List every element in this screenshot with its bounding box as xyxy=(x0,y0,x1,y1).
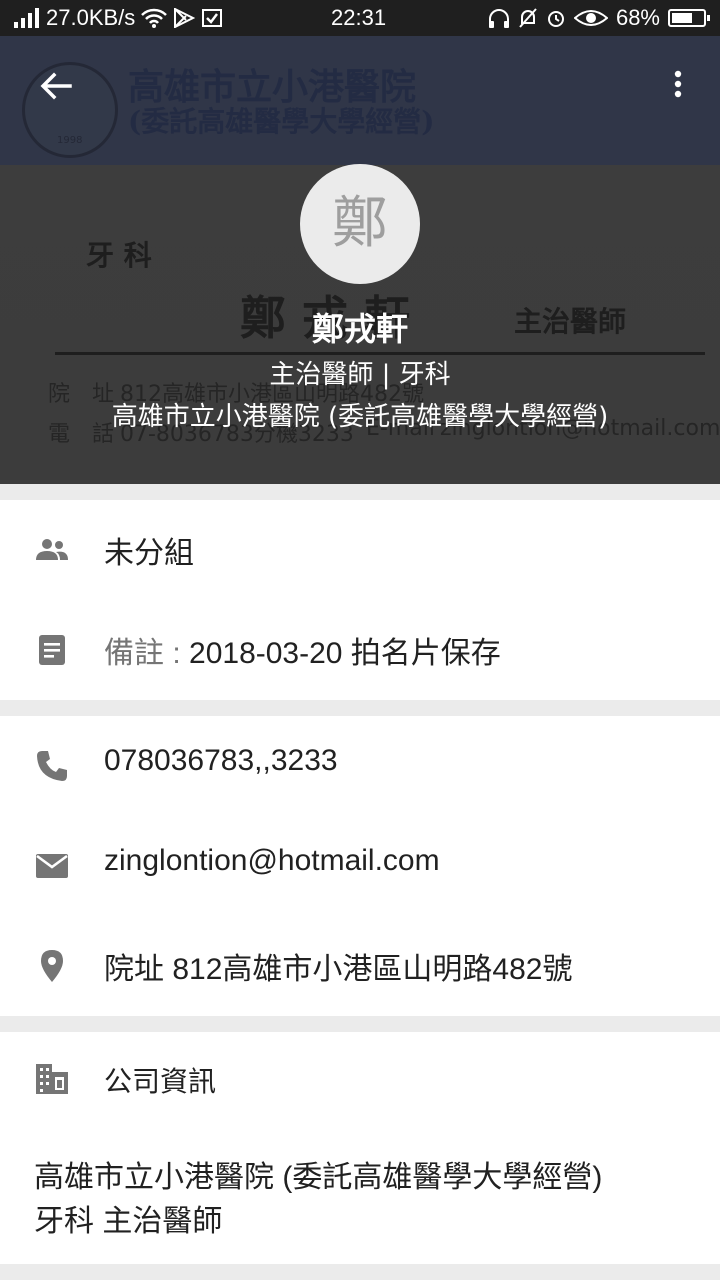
status-bar: 27.0KB/s 22:31 68% xyxy=(0,0,720,36)
business-icon xyxy=(36,1064,68,1094)
address-text: 院址 812高雄市小港區山明路482號 xyxy=(104,953,573,986)
more-vert-icon xyxy=(674,70,682,98)
company-info-line1: 高雄市立小港醫院 (委託高雄醫學大學經營) xyxy=(34,1161,603,1194)
avatar[interactable]: 鄭 xyxy=(300,164,420,284)
company-info-title: 公司資訊 xyxy=(104,1066,217,1097)
status-left: 27.0KB/s xyxy=(14,5,223,31)
company-info-header: 公司資訊 xyxy=(0,1032,720,1122)
note-icon xyxy=(39,635,65,665)
clock: 22:31 xyxy=(331,5,387,30)
section-company-info: 公司資訊 高雄市立小港醫院 (委託高雄醫學大學經營) 牙科 主治醫師 xyxy=(0,1032,720,1264)
note-value: 2018-03-20 拍名片保存 xyxy=(189,637,501,670)
more-options-button[interactable] xyxy=(666,62,690,110)
phone-icon xyxy=(37,751,67,781)
section-contact-details: 078036783,,3233 zinglontion@hotmail.com … xyxy=(0,716,720,1016)
contact-title: 主治醫師 | 牙科 xyxy=(269,360,451,390)
status-right: 68% xyxy=(488,5,710,31)
battery-percent: 68% xyxy=(615,5,660,30)
back-button[interactable] xyxy=(32,62,80,110)
address-row[interactable]: 院址 812高雄市小港區山明路482號 xyxy=(0,916,720,1016)
arrow-back-icon xyxy=(40,72,72,100)
email-row[interactable]: zinglontion@hotmail.com xyxy=(0,816,720,916)
group-icon xyxy=(36,539,68,560)
phone-number: 078036783,,3233 xyxy=(104,744,338,777)
eye-icon xyxy=(573,10,608,26)
play-store-icon xyxy=(174,8,196,28)
email-icon xyxy=(36,854,68,878)
email-address: zinglontion@hotmail.com xyxy=(104,844,440,877)
note-label: 備註 : xyxy=(104,637,190,670)
mute-bell-icon xyxy=(519,8,537,28)
contact-name: 鄭戎軒 xyxy=(311,310,408,348)
phone-row[interactable]: 078036783,,3233 xyxy=(0,716,720,816)
groups-row[interactable]: 未分組 xyxy=(0,500,720,600)
contact-header: 1998 高雄市立小港醫院 (委託高雄醫學大學經營) 牙 科 鄭 戎 軒 主治醫… xyxy=(0,0,720,484)
battery-icon xyxy=(668,9,710,27)
note-row[interactable]: 備註 : 2018-03-20 拍名片保存 xyxy=(0,600,720,700)
headphones-icon xyxy=(488,9,509,28)
bag-check-icon xyxy=(202,9,223,27)
signal-icon xyxy=(14,8,39,28)
alarm-icon xyxy=(547,11,564,27)
company-info-line2: 牙科 主治醫師 xyxy=(34,1205,223,1238)
groups-label: 未分組 xyxy=(104,537,194,570)
section-group-note: 未分組 備註 : 2018-03-20 拍名片保存 xyxy=(0,500,720,700)
network-speed: 27.0KB/s xyxy=(46,5,136,30)
note-text: 備註 : 2018-03-20 拍名片保存 xyxy=(104,628,501,672)
contact-company: 高雄市立小港醫院 (委託高雄醫學大學經營) xyxy=(111,402,609,432)
wifi-icon xyxy=(141,8,168,28)
location-pin-icon xyxy=(41,950,63,982)
